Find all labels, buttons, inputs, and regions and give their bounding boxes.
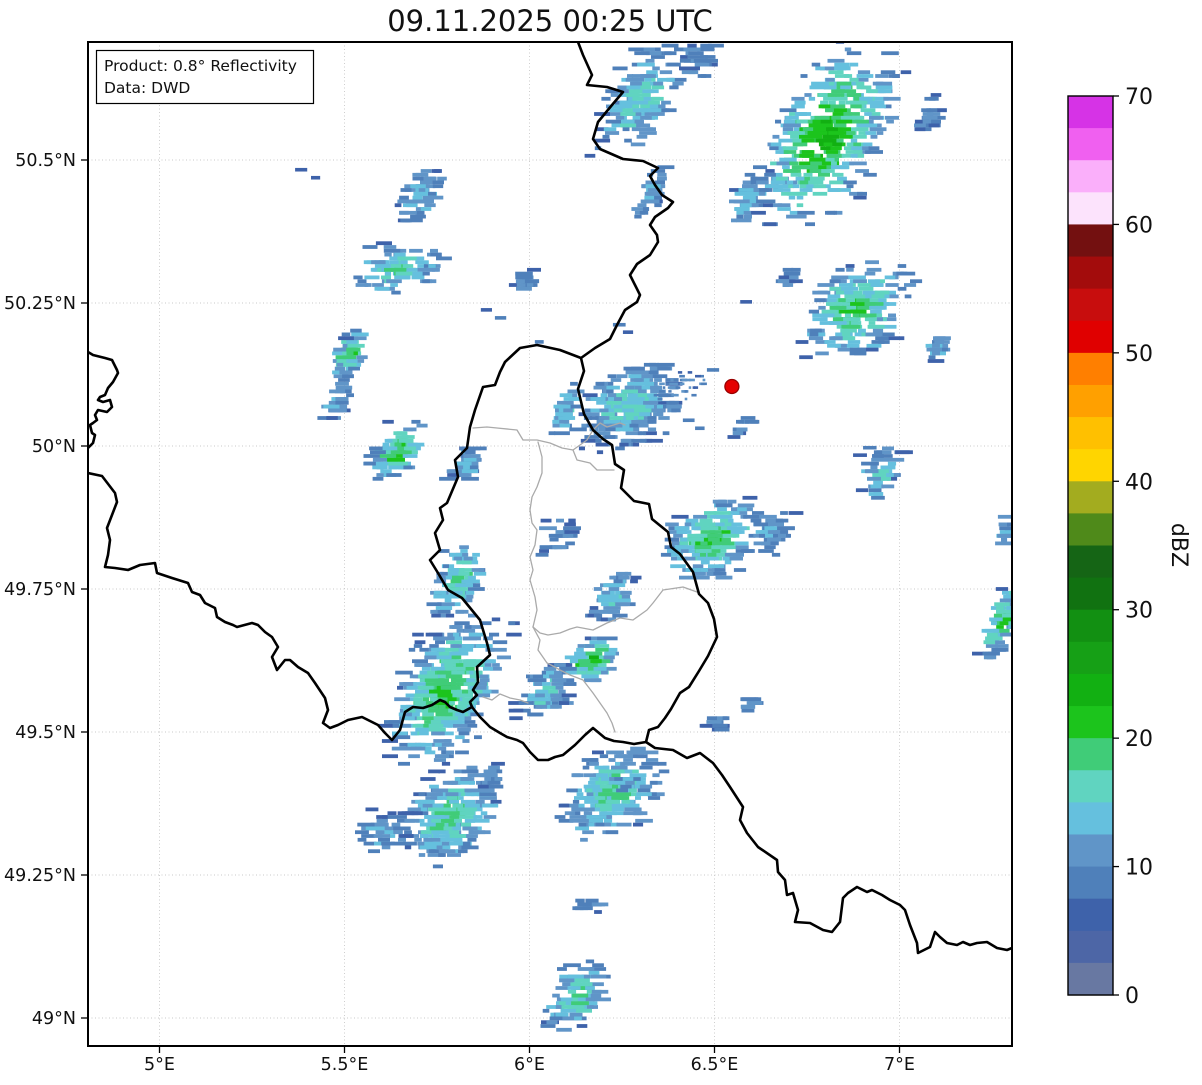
x-tick-label: 7°E bbox=[884, 1055, 915, 1075]
radar-echoes bbox=[295, 40, 1036, 1032]
x-tick-label: 5.5°E bbox=[321, 1055, 369, 1075]
y-tick-label: 49.75°N bbox=[4, 580, 76, 600]
colorbar-tick-label: 50 bbox=[1125, 342, 1153, 367]
colorbar-tick-label: 70 bbox=[1125, 85, 1153, 110]
country-border-france-belgium-pocket bbox=[88, 352, 118, 448]
radar-map-figure: 5°E 5.5°E 6°E 6.5°E 7°E 50.5°N 50.25°N 50°N 49.7… bbox=[0, 0, 1202, 1081]
colorbar-tick-label: 60 bbox=[1125, 213, 1153, 238]
colorbar-axis-label: dBZ bbox=[1166, 523, 1191, 567]
y-tick-label: 49°N bbox=[32, 1009, 76, 1029]
product-info-box: Product: 0.8° Reflectivity Data: DWD bbox=[97, 51, 314, 104]
y-tick-label: 50.5°N bbox=[15, 151, 76, 171]
radar-figure-stage: 5°E 5.5°E 6°E 6.5°E 7°E 50.5°N 50.25°N 50°N 49.7… bbox=[0, 0, 1202, 1081]
radar-site-marker bbox=[725, 380, 739, 394]
product-label: Product: 0.8° Reflectivity bbox=[104, 57, 297, 75]
gridlines bbox=[88, 42, 1012, 1046]
colorbar: 0 10 20 30 40 50 60 70 bbox=[1068, 85, 1153, 1009]
country-border-france-south bbox=[472, 707, 1012, 953]
colorbar-tick-label: 10 bbox=[1125, 856, 1153, 881]
admin-borders bbox=[473, 423, 697, 732]
y-tick-label: 50°N bbox=[32, 437, 76, 457]
y-tick-label: 49.5°N bbox=[15, 723, 76, 743]
colorbar-tick-label: 30 bbox=[1125, 599, 1153, 624]
admin-border-lux-central-vertical bbox=[530, 442, 542, 627]
x-tick-label: 5°E bbox=[144, 1055, 175, 1075]
y-tick-label: 49.25°N bbox=[4, 866, 76, 886]
y-tick-label: 50.25°N bbox=[4, 294, 76, 314]
data-source-label: Data: DWD bbox=[104, 79, 190, 97]
colorbar-tick-label: 20 bbox=[1125, 727, 1153, 752]
colorbar-tick-label: 0 bbox=[1125, 984, 1139, 1009]
colorbar-tick-label: 40 bbox=[1125, 470, 1153, 495]
figure-title: 09.11.2025 00:25 UTC bbox=[387, 4, 713, 38]
admin-border-lux-north-canton bbox=[473, 427, 614, 470]
plot-frame bbox=[88, 42, 1012, 1046]
x-tick-label: 6°E bbox=[514, 1055, 545, 1075]
x-tick-label: 6.5°E bbox=[691, 1055, 739, 1075]
